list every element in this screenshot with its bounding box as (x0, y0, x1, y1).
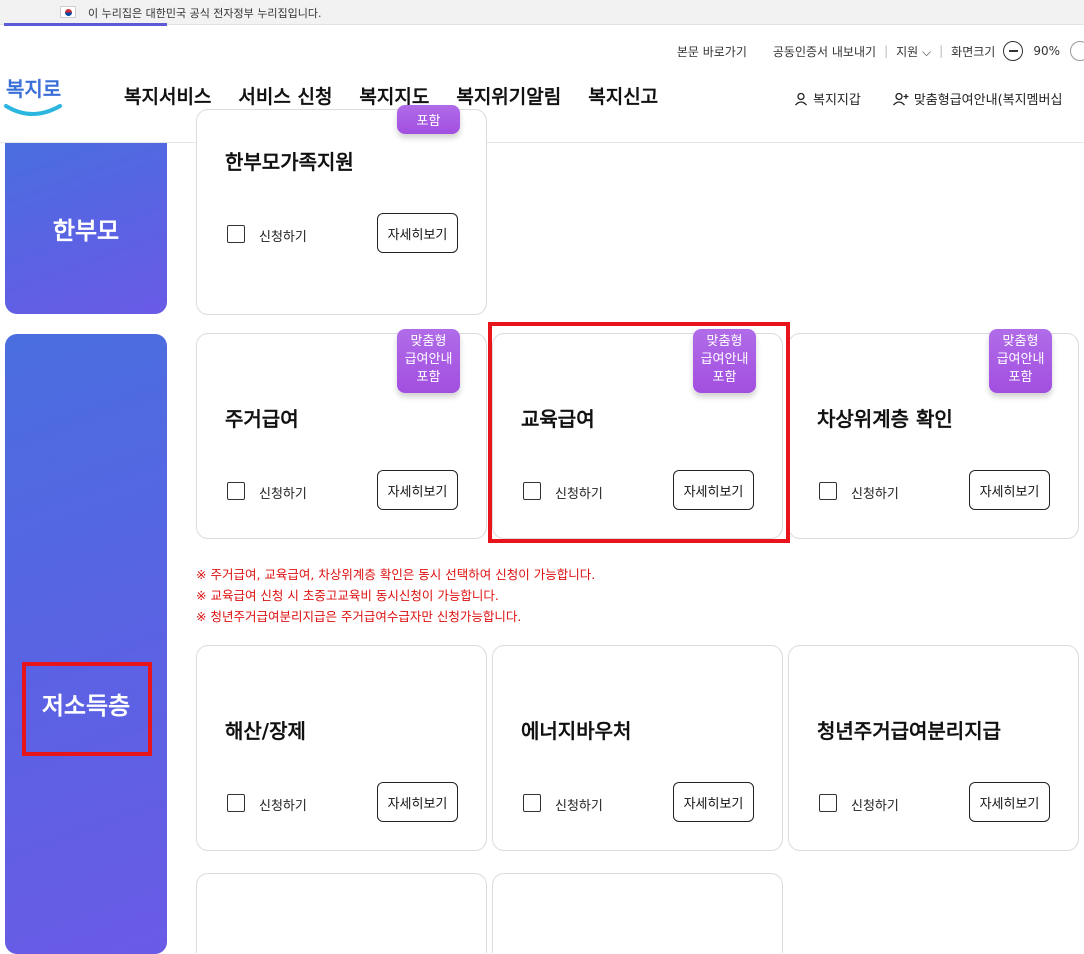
nav-welfare-services[interactable]: 복지서비스 (124, 82, 211, 109)
category-low-income: 저소득층 (5, 334, 167, 954)
notice-list: ※ 주거급여, 교육급여, 차상위계층 확인은 동시 선택하여 신청이 가능합니… (196, 564, 595, 627)
divider: | (939, 44, 944, 58)
service-card-childbirth-funeral: 해산/장제 신청하기 자세히보기 (196, 645, 487, 851)
detail-button[interactable]: 자세히보기 (377, 213, 458, 253)
service-card-near-poverty: 맞춤형 급여안내 포함 차상위계층 확인 신청하기 자세히보기 (788, 329, 1079, 539)
notice-item: ※ 주거급여, 교육급여, 차상위계층 확인은 동시 선택하여 신청이 가능합니… (196, 567, 596, 582)
skip-to-content-link[interactable]: 본문 바로가기 (677, 43, 747, 60)
service-card-partial (196, 873, 487, 953)
apply-checkbox[interactable] (819, 794, 837, 812)
korea-flag-icon (60, 6, 76, 18)
apply-checkbox[interactable] (819, 482, 837, 500)
service-card-energy-voucher: 에너지바우처 신청하기 자세히보기 (492, 645, 783, 851)
divider: | (884, 44, 889, 58)
apply-checkbox[interactable] (227, 225, 245, 243)
detail-button[interactable]: 자세히보기 (377, 782, 458, 822)
logo-text: 복지로 (6, 77, 61, 101)
support-dropdown[interactable]: 지원 ⌵ (896, 43, 931, 60)
service-card-housing: 맞춤형 급여안내 포함 주거급여 신청하기 자세히보기 (196, 329, 487, 539)
badge-text: 급여안내 (996, 352, 1045, 367)
badge-text: 포함 (416, 114, 441, 129)
highlight-box (488, 322, 790, 543)
banner-underline (4, 23, 167, 26)
category-single-parent: 한부모 (5, 143, 167, 314)
detail-button[interactable]: 자세히보기 (377, 470, 458, 510)
badge-text: 맞춤형 (410, 334, 447, 349)
zoom-in-icon[interactable] (1070, 41, 1084, 61)
detail-button[interactable]: 자세히보기 (969, 470, 1050, 510)
apply-label: 신청하기 (851, 487, 899, 502)
highlight-box (22, 662, 152, 756)
apply-label: 신청하기 (259, 230, 307, 245)
user-add-icon (892, 92, 909, 105)
detail-button[interactable]: 자세히보기 (969, 782, 1050, 822)
nav-service-apply[interactable]: 서비스 신청 (238, 82, 332, 109)
notice-item: ※ 교육급여 신청 시 초중고교육비 동시신청이 가능합니다. (196, 588, 499, 603)
welfare-wallet-label: 복지지갑 (813, 93, 861, 108)
badge-text: 포함 (416, 370, 441, 385)
custom-benefit-label: 맞춤형급여안내(복지멤버십 (913, 93, 1063, 108)
custom-benefit-link[interactable]: 맞춤형급여안내(복지멤버십 (892, 89, 1063, 108)
utility-bar: 본문 바로가기 공동인증서 내보내기 | 지원 ⌵ | 화면크기 90% (677, 41, 1084, 61)
user-icon (795, 92, 807, 105)
card-title: 에너지바우처 (521, 719, 632, 743)
main-nav: 복지서비스 서비스 신청 복지지도 복지위기알림 복지신고 (124, 82, 658, 109)
custom-benefit-badge: 포함 (397, 105, 460, 134)
zoom-out-icon[interactable] (1003, 41, 1024, 61)
welfare-wallet-link[interactable]: 복지지갑 (794, 89, 861, 108)
service-card-single-parent-support: 포함 한부모가족지원 신청하기 자세히보기 (196, 105, 487, 315)
apply-label: 신청하기 (851, 799, 899, 814)
category-label: 한부모 (52, 217, 120, 245)
zoom-level: 90% (1033, 44, 1060, 58)
notice-item: ※ 청년주거급여분리지급은 주거급여수급자만 신청가능합니다. (196, 609, 522, 624)
gov-banner[interactable]: 이 누리집은 대한민국 공식 전자정부 누리집입니다. (0, 0, 1084, 26)
apply-label: 신청하기 (259, 799, 307, 814)
apply-checkbox[interactable] (227, 794, 245, 812)
service-card-youth-housing: 청년주거급여분리지급 신청하기 자세히보기 (788, 645, 1079, 851)
apply-label: 신청하기 (259, 487, 307, 502)
apply-checkbox[interactable] (227, 482, 245, 500)
badge-text: 맞춤형 (1002, 334, 1039, 349)
nav-welfare-report[interactable]: 복지신고 (588, 82, 658, 109)
card-title: 청년주거급여분리지급 (817, 719, 1001, 743)
nav-crisis-alert[interactable]: 복지위기알림 (456, 82, 561, 109)
apply-checkbox[interactable] (523, 794, 541, 812)
screen-size-label: 화면크기 (951, 44, 996, 59)
card-title: 차상위계층 확인 (817, 407, 953, 431)
apply-label: 신청하기 (555, 799, 603, 814)
cert-export-link[interactable]: 공동인증서 내보내기 (773, 43, 876, 60)
detail-button[interactable]: 자세히보기 (673, 782, 754, 822)
badge-text: 포함 (1008, 370, 1033, 385)
bokjiro-logo[interactable]: 복지로 (4, 68, 62, 118)
header-right: 복지지갑 맞춤형급여안내(복지멤버십 (794, 89, 1062, 108)
gov-banner-text: 이 누리집은 대한민국 공식 전자정부 누리집입니다. (88, 7, 322, 20)
custom-benefit-badge: 맞춤형 급여안내 포함 (989, 329, 1052, 393)
card-title: 한부모가족지원 (225, 150, 354, 174)
service-card-partial (492, 873, 783, 953)
card-title: 주거급여 (225, 407, 299, 431)
custom-benefit-badge: 맞춤형 급여안내 포함 (397, 329, 460, 393)
card-title: 해산/장제 (225, 719, 306, 743)
badge-text: 급여안내 (404, 352, 453, 367)
